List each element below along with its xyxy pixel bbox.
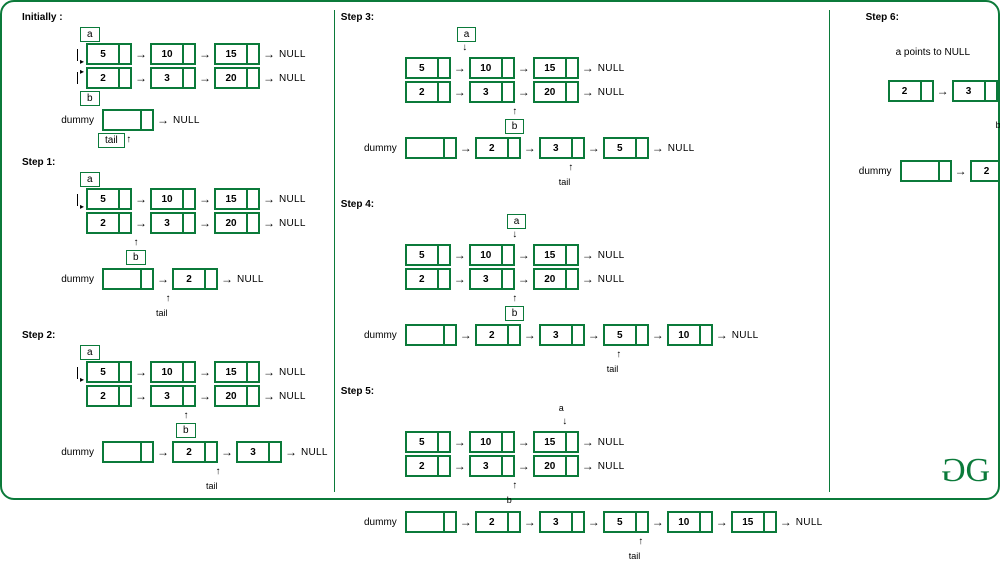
column-step6: Step 6: a points to NULL 2 3 20 NULL b d…: [829, 10, 1000, 492]
panel-initial: Initially : a 5 10 15 NULL 2 3 20 NULL b…: [22, 12, 328, 147]
node: 20: [214, 67, 260, 89]
ptr-tail-box: tail: [98, 133, 125, 148]
title-initial: Initially :: [22, 12, 328, 23]
node: 15: [214, 43, 260, 65]
panel-step6: Step 6: a points to NULL 2 3 20 NULL b d…: [836, 12, 1000, 182]
dummy-label: dummy: [22, 115, 100, 126]
diagram-frame: Initially : a 5 10 15 NULL 2 3 20 NULL b…: [0, 0, 1000, 500]
step6-message: a points to NULL: [896, 47, 1000, 58]
column-step3-4-5: Step 3: a 5 10 15 NULL 2 3 20 NULL b dum…: [334, 10, 829, 492]
ptr-b-box: b: [80, 91, 100, 106]
ptr-a-box: a: [80, 27, 100, 42]
node: 2: [86, 67, 132, 89]
panel-step5: Step 5: a 5 10 15 NULL 2 3 20 NULL b dum…: [341, 386, 823, 563]
null-label: NULL: [276, 73, 306, 84]
elbow-a-icon: [77, 49, 78, 61]
node: 3: [150, 67, 196, 89]
panel-step3: Step 3: a 5 10 15 NULL 2 3 20 NULL b dum…: [341, 12, 823, 189]
arrow-up-icon: [125, 135, 133, 145]
panel-step4: Step 4: a 5 10 15 NULL 2 3 20 NULL b dum…: [341, 199, 823, 376]
title-step2: Step 2:: [22, 330, 328, 341]
panel-step2: Step 2: a 5 10 15 NULL 2 3 20 NULL b dum…: [22, 330, 328, 493]
title-step1: Step 1:: [22, 157, 328, 168]
panel-step1: Step 1: a 5 10 15 NULL 2 3 20 NULL b dum…: [22, 157, 328, 320]
dummy-node: [102, 109, 154, 131]
null-label: NULL: [276, 49, 306, 60]
geeksforgeeks-logo-icon: GG: [947, 452, 984, 490]
node: 5: [86, 43, 132, 65]
null-label: NULL: [170, 115, 200, 126]
node: 10: [150, 43, 196, 65]
column-initial-step1-step2: Initially : a 5 10 15 NULL 2 3 20 NULL b…: [16, 10, 334, 492]
elbow-b-icon: [77, 72, 78, 84]
